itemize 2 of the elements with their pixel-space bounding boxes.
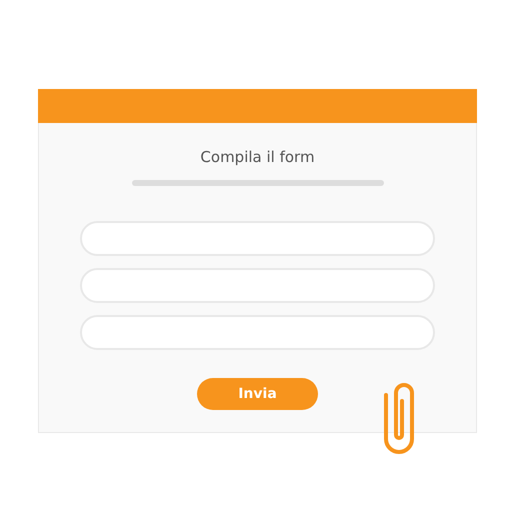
form-title: Compila il form <box>200 148 315 166</box>
submit-button[interactable]: Invia <box>197 378 318 410</box>
